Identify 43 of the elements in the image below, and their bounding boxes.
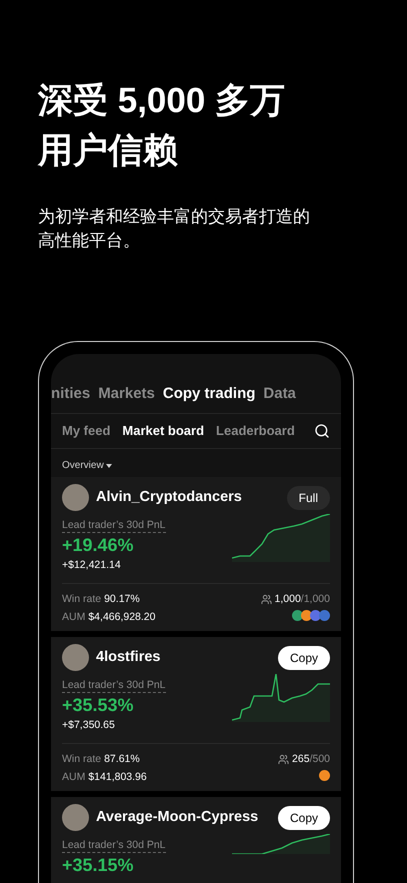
pnl-amount: +$7,350.65 [62,718,116,733]
win-rate-label: Win rate [62,752,102,766]
pnl-label: Lead trader’s 30d PnL [62,838,166,853]
sub-tab[interactable]: Leaderboard [216,421,295,441]
trader-name[interactable]: Alvin_Cryptodancers [96,486,280,508]
aum-label: AUM [62,610,86,624]
overview-dropdown[interactable]: Overview [51,449,123,473]
top-tab[interactable]: Markets [98,382,155,405]
pnl-percent: +35.53% [62,694,135,717]
avatar [62,484,89,511]
top-tab[interactable]: Data [263,382,296,405]
caret-icon [106,464,112,468]
copy-button[interactable]: Copy [278,806,330,830]
pnl-amount: +$12,421.14 [62,558,122,573]
headline: 用户信赖 [38,130,179,172]
trader-name[interactable]: 4lostfires [96,646,271,668]
trader-name[interactable]: Average-Moon-Cypress [96,806,271,828]
sub-tab[interactable]: Market board [122,421,204,441]
copy-button[interactable]: Copy [278,646,330,670]
top-tab[interactable]: Copy trading [162,382,256,405]
subtitle: 高性能平台。 [38,230,141,252]
copier-count: 265/500 [292,752,330,766]
people-icon [278,754,290,764]
sub-tab[interactable]: My feed [62,421,110,441]
aum-value: $4,466,928.20 [88,610,156,624]
top-tab[interactable]: nities [51,382,90,405]
search-icon[interactable] [314,423,330,439]
copier-count: 1,000/1,000 [274,592,330,606]
people-icon [260,594,272,604]
headline: 深受 5,000 多万 [38,80,286,122]
pnl-percent: +19.46% [62,534,135,557]
win-rate-label: Win rate [62,592,102,606]
aum-value: $141,803.96 [88,770,147,784]
pnl-label: Lead trader’s 30d PnL [62,518,166,533]
pnl-percent: +35.15% [62,854,135,877]
subtitle: 为初学者和经验丰富的交易者打造的 [38,206,311,228]
copy-button[interactable]: Full [286,486,330,510]
win-rate-value: 90.17% [104,592,140,606]
win-rate-value: 87.61% [104,752,140,766]
avatar [62,804,89,831]
pnl-label: Lead trader’s 30d PnL [62,678,166,693]
aum-label: AUM [62,770,86,784]
avatar [62,644,89,671]
